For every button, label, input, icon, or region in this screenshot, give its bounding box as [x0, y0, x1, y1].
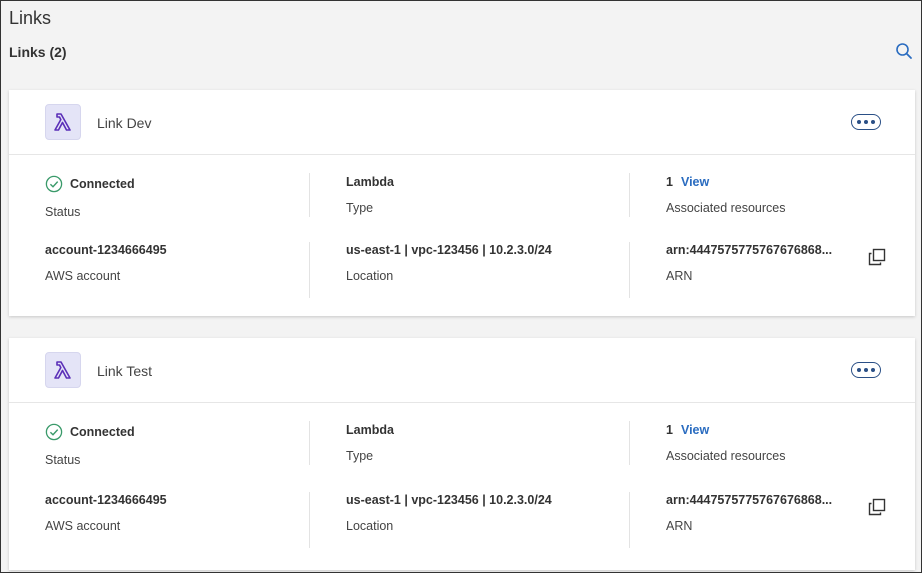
arn-value: arn:4447575775767676868...	[666, 243, 833, 257]
associated-label: Associated resources	[666, 449, 786, 463]
divider	[629, 173, 630, 217]
location-value: us-east-1 | vpc-123456 | 10.2.3.0/24	[346, 493, 552, 507]
divider	[629, 492, 630, 548]
arn-field: arn:4447575775767676868... ARN	[666, 493, 866, 533]
app-frame: Links Links (2) Link Dev Connected Statu…	[0, 0, 922, 573]
divider	[629, 421, 630, 465]
status-label: Status	[45, 453, 81, 467]
location-field: us-east-1 | vpc-123456 | 10.2.3.0/24 Loc…	[346, 493, 606, 533]
divider	[309, 242, 310, 298]
divider	[629, 242, 630, 298]
card-header: Link Dev	[9, 90, 915, 155]
aws-account-value: account-1234666495	[45, 243, 167, 257]
more-options-icon	[857, 120, 861, 124]
aws-account-value: account-1234666495	[45, 493, 167, 507]
divider	[309, 492, 310, 548]
copy-icon	[868, 498, 886, 516]
arn-label: ARN	[666, 519, 693, 533]
status-label: Status	[45, 205, 81, 219]
associated-label: Associated resources	[666, 201, 786, 215]
check-circle-icon	[45, 423, 63, 441]
card-header: Link Test	[9, 338, 915, 403]
divider	[309, 173, 310, 217]
more-options-button[interactable]	[851, 362, 881, 378]
type-value: Lambda	[346, 175, 394, 189]
copy-arn-button[interactable]	[867, 247, 887, 267]
associated-count: 1	[666, 175, 673, 189]
aws-account-field: account-1234666495 AWS account	[45, 493, 185, 533]
link-card: Link Test Connected Status Lambda Type 1…	[9, 338, 915, 570]
type-value: Lambda	[346, 423, 394, 437]
status-field: Connected Status	[45, 423, 185, 467]
divider	[309, 421, 310, 465]
location-label: Location	[346, 269, 394, 283]
location-field: us-east-1 | vpc-123456 | 10.2.3.0/24 Loc…	[346, 243, 606, 283]
status-value: Connected	[70, 177, 135, 191]
section-header: Links (2)	[9, 44, 67, 60]
copy-arn-button[interactable]	[867, 497, 887, 517]
arn-value: arn:4447575775767676868...	[666, 493, 833, 507]
associated-count: 1	[666, 423, 673, 437]
search-icon	[896, 43, 912, 59]
view-resources-link[interactable]: View	[681, 175, 709, 189]
type-field: Lambda Type	[346, 175, 606, 215]
aws-account-label: AWS account	[45, 269, 121, 283]
link-name: Link Test	[97, 363, 152, 379]
lambda-tile	[45, 352, 81, 388]
lambda-icon	[54, 113, 71, 131]
aws-account-label: AWS account	[45, 519, 121, 533]
arn-field: arn:4447575775767676868... ARN	[666, 243, 866, 283]
lambda-icon	[54, 361, 71, 379]
location-label: Location	[346, 519, 394, 533]
copy-icon	[868, 248, 886, 266]
status-field: Connected Status	[45, 175, 185, 219]
view-resources-link[interactable]: View	[681, 423, 709, 437]
link-details: Connected Status Lambda Type 1 View Assoc…	[9, 403, 915, 563]
type-label: Type	[346, 201, 374, 215]
associated-field: 1 View Associated resources	[666, 175, 866, 215]
check-circle-icon	[45, 175, 63, 193]
type-field: Lambda Type	[346, 423, 606, 463]
arn-label: ARN	[666, 269, 693, 283]
link-card: Link Dev Connected Status Lambda Type 1 …	[9, 90, 915, 316]
link-details: Connected Status Lambda Type 1 View Assoc…	[9, 155, 915, 315]
lambda-tile	[45, 104, 81, 140]
page-title: Links	[9, 8, 52, 28]
type-label: Type	[346, 449, 374, 463]
search-button[interactable]	[895, 42, 913, 60]
link-name: Link Dev	[97, 115, 152, 131]
status-value: Connected	[70, 425, 135, 439]
more-options-icon	[857, 368, 861, 372]
location-value: us-east-1 | vpc-123456 | 10.2.3.0/24	[346, 243, 552, 257]
aws-account-field: account-1234666495 AWS account	[45, 243, 185, 283]
more-options-button[interactable]	[851, 114, 881, 130]
associated-field: 1 View Associated resources	[666, 423, 866, 463]
